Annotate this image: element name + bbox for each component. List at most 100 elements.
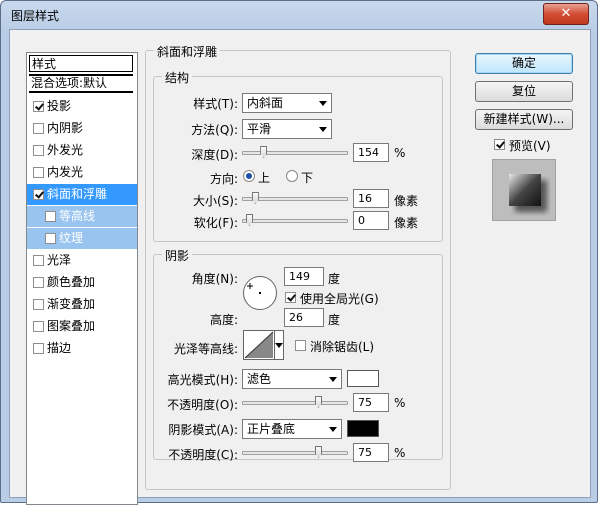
style-item-1[interactable]: 内阴影 bbox=[27, 118, 137, 139]
altitude-input[interactable]: 26 bbox=[284, 308, 324, 327]
direction-up-radio[interactable] bbox=[243, 170, 255, 182]
direction-up-label[interactable]: 上 bbox=[258, 169, 270, 186]
shadow-opacity-input[interactable]: 75 bbox=[353, 443, 389, 462]
style-item-checkbox[interactable] bbox=[33, 255, 44, 266]
chevron-down-icon bbox=[329, 427, 337, 432]
contour-curve-icon bbox=[244, 331, 274, 359]
title-bar[interactable]: 图层样式 ✕ bbox=[1, 1, 597, 29]
style-item-7[interactable]: 光泽 bbox=[27, 250, 137, 271]
style-item-checkbox[interactable] bbox=[33, 145, 44, 156]
window-title: 图层样式 bbox=[11, 9, 60, 23]
reset-button[interactable]: 复位 bbox=[475, 81, 573, 102]
style-item-checkbox[interactable] bbox=[45, 233, 56, 244]
style-item-2[interactable]: 外发光 bbox=[27, 140, 137, 161]
chevron-down-icon bbox=[329, 377, 337, 382]
style-item-checkbox[interactable] bbox=[33, 343, 44, 354]
highlight-mode-select[interactable]: 滤色 bbox=[242, 369, 342, 389]
angle-label: 角度(N): bbox=[191, 272, 238, 286]
style-item-0[interactable]: 投影 bbox=[27, 96, 137, 117]
style-item-label: 图案叠加 bbox=[47, 319, 96, 333]
new-style-button[interactable]: 新建样式(W)... bbox=[475, 109, 573, 130]
global-light-label[interactable]: 使用全局光(G) bbox=[300, 290, 379, 307]
direction-down-label[interactable]: 下 bbox=[301, 169, 313, 186]
style-item-label: 外发光 bbox=[47, 143, 84, 157]
depth-input[interactable]: 154 bbox=[353, 143, 389, 162]
angle-dial-marker-icon bbox=[247, 283, 261, 294]
style-item-checkbox[interactable] bbox=[33, 299, 44, 310]
size-input[interactable]: 16 bbox=[353, 189, 389, 208]
shadow-color-swatch[interactable] bbox=[347, 420, 379, 437]
shadow-mode-select[interactable]: 正片叠底 bbox=[242, 419, 342, 439]
blend-options-item[interactable]: 混合选项:默认 bbox=[29, 74, 133, 93]
style-item-checkbox[interactable] bbox=[33, 167, 44, 178]
direction-label: 方向: bbox=[209, 172, 238, 186]
style-select[interactable]: 内斜面 bbox=[242, 93, 332, 113]
style-item-checkbox[interactable] bbox=[33, 189, 44, 200]
shadow-opacity-track[interactable] bbox=[242, 451, 348, 455]
style-item-11[interactable]: 描边 bbox=[27, 338, 137, 359]
style-item-checkbox[interactable] bbox=[33, 101, 44, 112]
angle-dial[interactable] bbox=[243, 276, 277, 310]
style-item-label: 投影 bbox=[47, 99, 72, 113]
style-item-8[interactable]: 颜色叠加 bbox=[27, 272, 137, 293]
direction-down-radio[interactable] bbox=[286, 170, 298, 182]
highlight-opacity-track[interactable] bbox=[242, 401, 348, 405]
style-item-4[interactable]: 斜面和浮雕 bbox=[27, 184, 137, 205]
highlight-opacity-unit: % bbox=[394, 396, 406, 410]
angle-unit: 度 bbox=[328, 272, 341, 286]
style-item-6[interactable]: 纹理 bbox=[27, 228, 137, 249]
style-item-label: 等高线 bbox=[59, 209, 96, 223]
highlight-opacity-label: 不透明度(O): bbox=[167, 398, 238, 412]
method-select[interactable]: 平滑 bbox=[242, 119, 332, 139]
soften-slider-track[interactable] bbox=[242, 219, 348, 223]
preview-label[interactable]: 预览(V) bbox=[509, 137, 551, 154]
chevron-down-icon bbox=[319, 101, 327, 106]
gloss-contour-label: 光泽等高线: bbox=[173, 342, 238, 356]
style-item-checkbox[interactable] bbox=[33, 123, 44, 134]
style-item-label: 内发光 bbox=[47, 165, 84, 179]
style-item-checkbox[interactable] bbox=[33, 321, 44, 332]
gloss-contour-picker[interactable] bbox=[243, 330, 275, 360]
chevron-down-icon bbox=[275, 343, 283, 348]
depth-unit: % bbox=[394, 146, 406, 160]
shadow-opacity-label: 不透明度(C): bbox=[168, 448, 238, 462]
depth-slider-track[interactable] bbox=[242, 151, 348, 155]
preview-swatch-icon bbox=[509, 174, 547, 212]
global-light-checkbox[interactable] bbox=[285, 292, 296, 303]
shading-title: 阴影 bbox=[162, 247, 193, 264]
preview-checkbox[interactable] bbox=[494, 139, 505, 150]
style-list: 样式 混合选项:默认 投影内阴影外发光内发光斜面和浮雕等高线纹理 光泽颜色叠加渐变… bbox=[26, 52, 138, 505]
method-label: 方法(Q): bbox=[191, 123, 238, 137]
soften-unit: 像素 bbox=[394, 216, 419, 230]
size-label: 大小(S): bbox=[192, 194, 238, 208]
style-list-header[interactable]: 样式 bbox=[29, 55, 133, 72]
highlight-color-swatch[interactable] bbox=[347, 370, 379, 387]
shadow-mode-label: 阴影模式(A): bbox=[168, 423, 238, 437]
altitude-unit: 度 bbox=[328, 313, 341, 327]
style-item-3[interactable]: 内发光 bbox=[27, 162, 137, 183]
soften-label: 软化(F): bbox=[193, 216, 238, 230]
size-unit: 像素 bbox=[394, 194, 419, 208]
style-item-label: 颜色叠加 bbox=[47, 275, 96, 289]
altitude-label: 高度: bbox=[209, 313, 238, 327]
depth-label: 深度(D): bbox=[191, 148, 238, 162]
anti-alias-checkbox[interactable] bbox=[295, 340, 306, 351]
shadow-opacity-unit: % bbox=[394, 446, 406, 460]
style-item-10[interactable]: 图案叠加 bbox=[27, 316, 137, 337]
style-item-9[interactable]: 渐变叠加 bbox=[27, 294, 137, 315]
style-item-5[interactable]: 等高线 bbox=[27, 206, 137, 227]
style-preview bbox=[492, 159, 556, 221]
ok-button[interactable]: 确定 bbox=[475, 53, 573, 74]
gloss-contour-dropdown[interactable] bbox=[275, 330, 284, 360]
soften-input[interactable]: 0 bbox=[353, 211, 389, 230]
highlight-mode-label: 高光模式(H): bbox=[167, 373, 238, 387]
style-item-checkbox[interactable] bbox=[45, 211, 56, 222]
angle-input[interactable]: 149 bbox=[284, 267, 324, 286]
chevron-down-icon bbox=[319, 127, 327, 132]
shadow-mode-value: 正片叠底 bbox=[247, 422, 296, 436]
highlight-opacity-input[interactable]: 75 bbox=[353, 393, 389, 412]
style-item-checkbox[interactable] bbox=[33, 277, 44, 288]
close-button[interactable]: ✕ bbox=[543, 3, 589, 25]
style-item-label: 描边 bbox=[47, 341, 72, 355]
anti-alias-label[interactable]: 消除锯齿(L) bbox=[310, 338, 374, 355]
